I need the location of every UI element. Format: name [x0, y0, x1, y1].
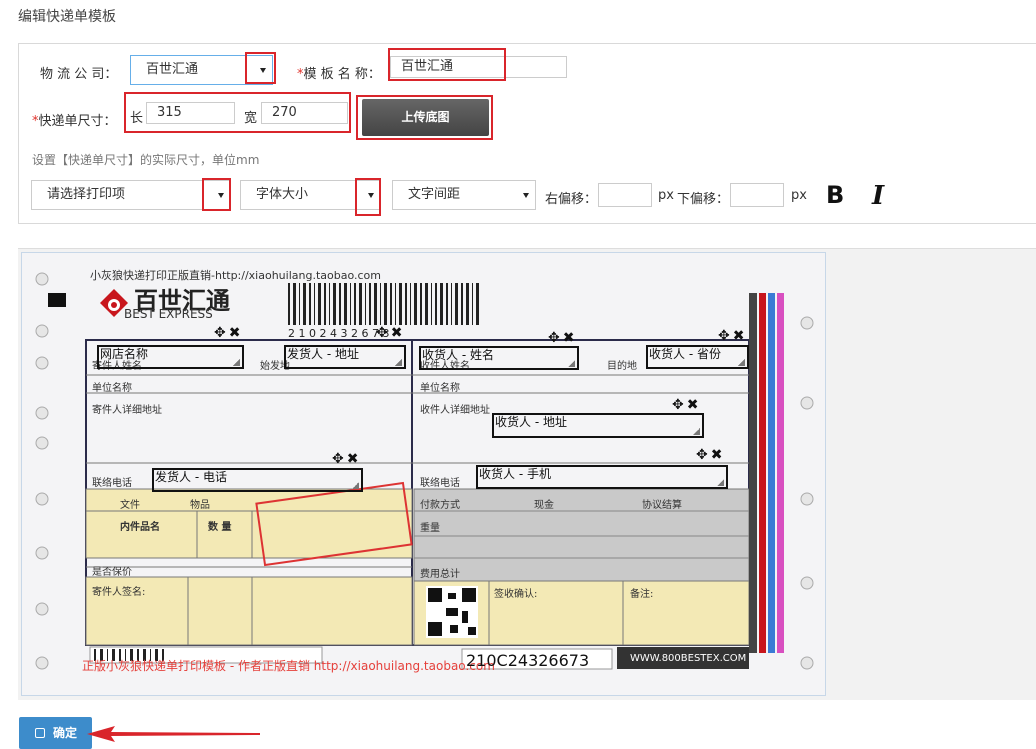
waybill-barcode-digits: 2 1 0 2 4 3 2 6 7 3: [288, 327, 390, 340]
resize-handle-icon[interactable]: [352, 482, 359, 489]
label-contact-left: 联络电话: [92, 478, 132, 489]
label-cash: 现金: [534, 500, 554, 511]
resize-handle-icon[interactable]: [395, 359, 402, 366]
label-weight: 重量: [420, 523, 440, 534]
resize-handle-icon[interactable]: [233, 359, 240, 366]
label-destination: 目的地: [607, 361, 637, 372]
print-field-receiver-name[interactable]: 收货人 - 姓名: [419, 346, 579, 370]
print-field-label: 收货人 - 手机: [479, 467, 551, 481]
page-title: 编辑快递单模板: [18, 9, 116, 25]
company-select-value: 百世汇通: [146, 62, 199, 77]
move-close-icon[interactable]: ✥✖: [718, 328, 747, 344]
annotation-box-company-caret: [245, 52, 276, 84]
label-agreement: 协议结算: [642, 500, 682, 511]
label-company-left: 单位名称: [92, 383, 132, 394]
print-field-shop-name[interactable]: 网店名称: [97, 345, 244, 369]
check-icon: [35, 728, 45, 738]
down-offset-input[interactable]: [730, 183, 784, 207]
down-offset-unit: px: [791, 188, 807, 203]
move-close-icon[interactable]: ✥✖: [214, 325, 243, 341]
label-quantity: 数 量: [208, 522, 232, 533]
template-name-label-text: 模 板 名 称：: [303, 67, 381, 82]
resize-handle-icon[interactable]: [717, 479, 724, 486]
size-label-text: 快递单尺寸：: [38, 114, 117, 129]
annotation-box-font-size: [355, 178, 381, 216]
label-fee-total: 费用总计: [420, 569, 460, 580]
spacing-select-value: 文字间距: [408, 187, 461, 202]
print-item-select-value: 请选择打印项: [47, 187, 126, 202]
template-name-label: *模 板 名 称：: [297, 63, 381, 82]
annotation-arrow: [87, 726, 260, 742]
resize-handle-icon[interactable]: [738, 359, 745, 366]
print-field-receiver-mobile[interactable]: 收货人 - 手机: [476, 465, 728, 489]
move-close-icon[interactable]: ✥✖: [376, 325, 405, 341]
print-field-label: 收货人 - 省份: [649, 347, 721, 361]
label-remark: 备注:: [630, 589, 654, 600]
size-hint: 设置【快递单尺寸】的实际尺寸，单位mm: [32, 153, 260, 167]
waybill-bottom-number: 210C24326673: [466, 651, 590, 670]
print-field-label: 发货人 - 电话: [155, 470, 227, 484]
size-label: *快递单尺寸：: [32, 110, 117, 129]
label-receipt: 签收确认:: [494, 589, 538, 600]
label-insured: 是否保价: [92, 567, 132, 578]
move-close-icon[interactable]: ✥✖: [548, 330, 577, 346]
print-item-select[interactable]: 请选择打印项: [31, 180, 231, 210]
label-document: 文件: [120, 500, 140, 511]
resize-handle-icon[interactable]: [693, 428, 700, 435]
right-offset-unit: px: [658, 188, 674, 203]
label-contact-right: 联络电话: [420, 478, 460, 489]
chevron-down-icon: [523, 193, 529, 198]
waybill-watermark: 正版小灰狼快递单打印模板 - 作者正版直销 http://xiaohuilang…: [82, 659, 495, 673]
down-offset-label: 下偏移：: [677, 192, 730, 207]
bold-button[interactable]: B: [826, 181, 844, 209]
label-sender-sign: 寄件人签名:: [92, 587, 146, 598]
waybill-brand-en: BEST EXPRESS: [124, 307, 213, 321]
print-field-sender-address[interactable]: 发货人 - 地址: [284, 345, 406, 369]
label-payment: 付款方式: [420, 500, 460, 511]
print-field-sender-phone[interactable]: 发货人 - 电话: [152, 468, 363, 492]
label-sender-address: 寄件人详细地址: [92, 405, 162, 416]
annotation-box-template-name: [388, 48, 506, 81]
right-offset-input[interactable]: [598, 183, 652, 207]
print-field-label: 网店名称: [100, 347, 149, 361]
font-size-select-value: 字体大小: [256, 187, 309, 202]
waybill-website: WWW.800BESTEX.COM: [630, 653, 747, 664]
italic-button[interactable]: I: [872, 181, 884, 211]
label-company-right: 单位名称: [420, 383, 460, 394]
move-close-icon[interactable]: ✥✖: [696, 447, 725, 463]
spacing-select[interactable]: 文字间距: [392, 180, 536, 210]
company-label: 物 流 公 司：: [40, 67, 118, 82]
confirm-button[interactable]: 确定: [19, 717, 92, 749]
move-close-icon[interactable]: ✥✖: [672, 397, 701, 413]
print-field-label: 收货人 - 姓名: [422, 348, 494, 362]
print-field-receiver-address[interactable]: 收货人 - 地址: [492, 413, 704, 438]
annotation-box-size: [124, 92, 351, 133]
confirm-button-label: 确定: [53, 726, 78, 740]
move-close-icon[interactable]: ✥✖: [332, 451, 361, 467]
label-receiver-address: 收件人详细地址: [420, 405, 490, 416]
right-offset-label: 右偏移：: [545, 192, 598, 207]
label-item-name: 内件品名: [120, 522, 160, 533]
print-field-label: 收货人 - 地址: [495, 415, 567, 429]
annotation-box-upload: [356, 95, 493, 140]
design-canvas: 小灰狼快递打印正版直销-http://xiaohuilang.taobao.co…: [18, 248, 1036, 700]
annotation-box-print-item: [202, 178, 231, 211]
print-field-receiver-province[interactable]: 收货人 - 省份: [646, 345, 749, 369]
resize-handle-icon[interactable]: [568, 360, 575, 367]
print-field-label: 发货人 - 地址: [287, 347, 359, 361]
waybill-background-image: 小灰狼快递打印正版直销-http://xiaohuilang.taobao.co…: [21, 252, 826, 696]
label-goods: 物品: [190, 500, 210, 511]
